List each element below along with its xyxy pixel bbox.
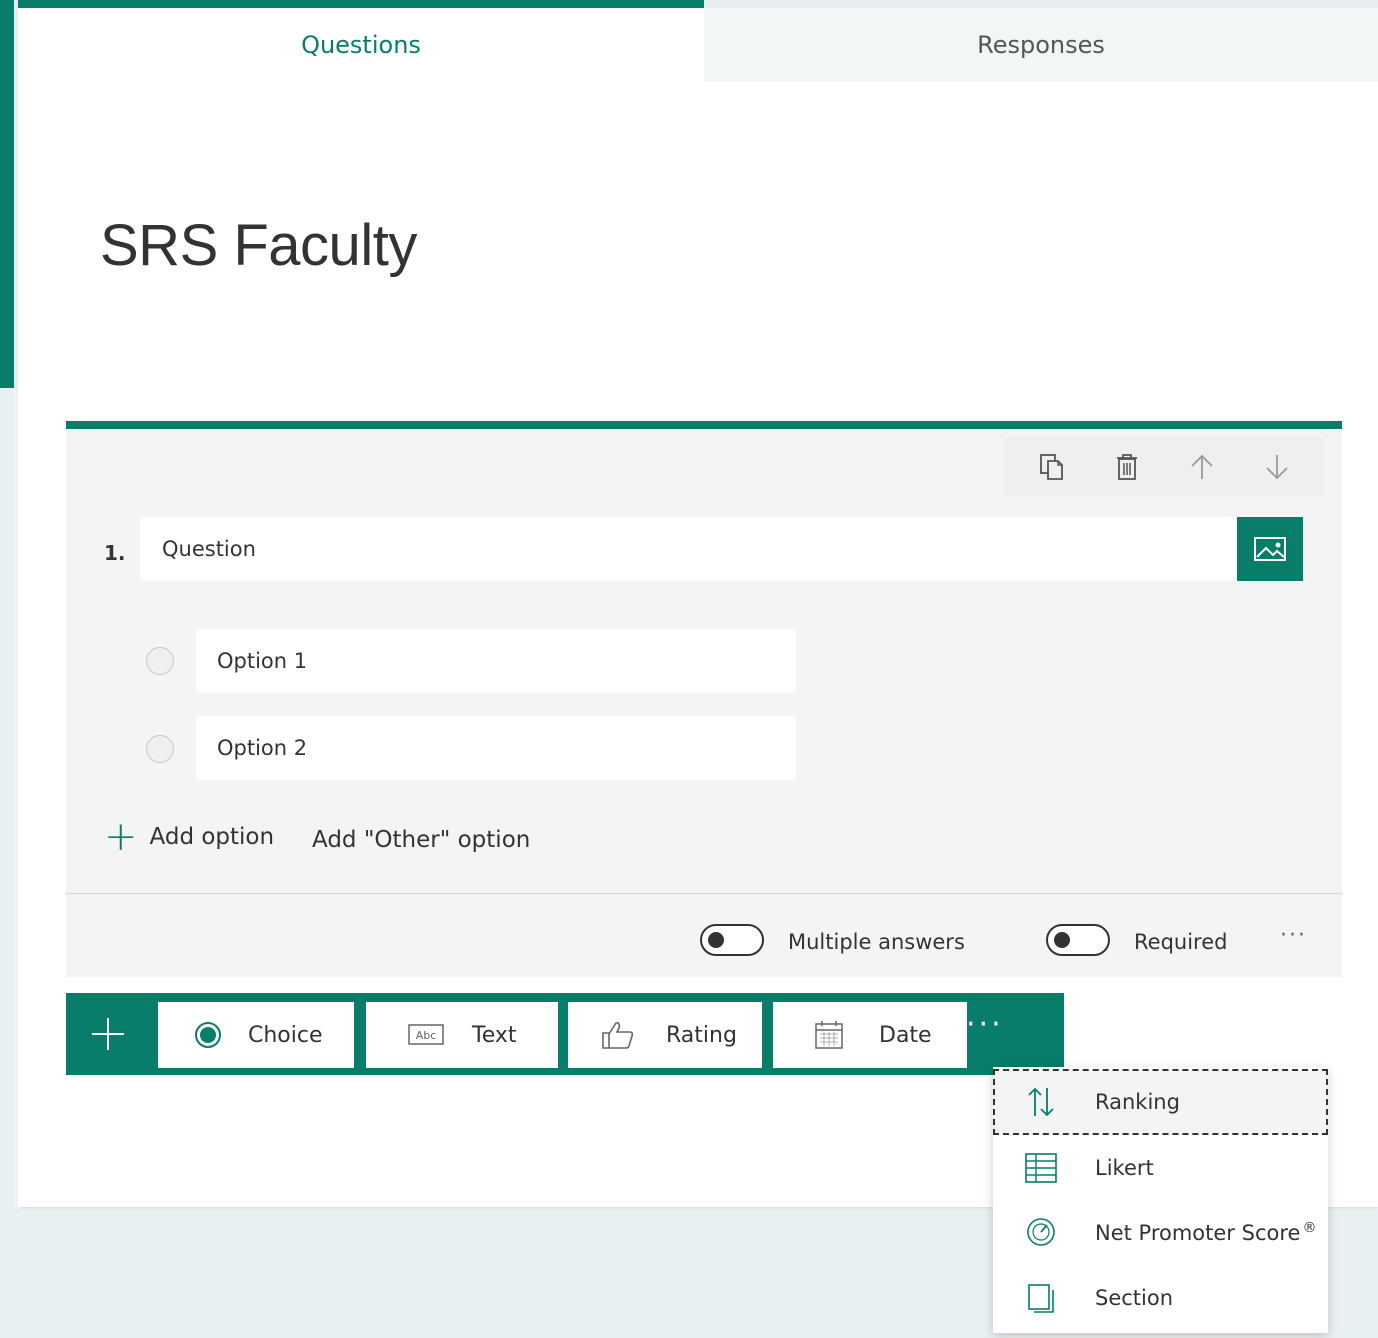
net-promoter-score-label: Net Promoter Score ®: [1095, 1219, 1317, 1245]
arrow-down-icon: [1265, 455, 1288, 480]
ranking-arrows-icon: [1019, 1080, 1063, 1124]
tab-responses[interactable]: Responses: [704, 0, 1378, 82]
menu-item-section[interactable]: Section: [993, 1265, 1328, 1331]
text-type-button[interactable]: Abc Text: [366, 1002, 558, 1068]
option-1-radio[interactable]: [146, 647, 174, 675]
radio-selected-icon: [188, 1015, 228, 1055]
plus-icon: +: [104, 814, 138, 860]
text-abc-icon: Abc: [406, 1015, 446, 1055]
add-option-label: Add option: [149, 824, 275, 850]
rating-type-button[interactable]: Rating: [568, 1002, 762, 1068]
arrow-up-icon: [1190, 454, 1213, 479]
card-divider: [66, 893, 1342, 894]
more-question-types-button[interactable]: ···: [966, 1007, 1004, 1042]
thumbs-up-icon: [598, 1015, 638, 1055]
tab-questions[interactable]: Questions: [18, 0, 704, 82]
question-toolbar: [1004, 437, 1324, 497]
svg-text:Abc: Abc: [416, 1029, 437, 1042]
option-2-input[interactable]: Option 2: [196, 716, 796, 780]
form-page: Questions Responses SRS Faculty 1. Quest…: [18, 0, 1378, 1333]
plus-icon: [92, 1018, 124, 1050]
menu-item-ranking[interactable]: Ranking: [993, 1069, 1328, 1135]
insert-media-button[interactable]: [1237, 517, 1303, 581]
choice-type-label: Choice: [248, 1022, 323, 1048]
option-2-radio[interactable]: [146, 735, 174, 763]
text-type-label: Text: [472, 1022, 517, 1048]
move-down-button[interactable]: [1257, 447, 1297, 487]
delete-question-button[interactable]: [1107, 447, 1147, 487]
image-icon: [1254, 537, 1286, 561]
likert-grid-icon: [1019, 1146, 1063, 1190]
date-type-label: Date: [879, 1022, 932, 1048]
trash-icon: [1116, 454, 1137, 480]
copy-question-button[interactable]: [1032, 447, 1072, 487]
menu-item-likert[interactable]: Likert: [993, 1135, 1328, 1201]
question-card: 1. Question Option 1 Option 2 + Add opti…: [66, 421, 1342, 977]
section-label: Section: [1095, 1286, 1174, 1310]
move-up-button[interactable]: [1182, 447, 1222, 487]
left-accent-bar: [0, 0, 14, 388]
gauge-icon: [1019, 1210, 1063, 1254]
ranking-label: Ranking: [1095, 1090, 1180, 1114]
copy-icon: [1039, 454, 1063, 480]
calendar-icon: [809, 1015, 849, 1055]
tab-questions-label: Questions: [301, 31, 421, 59]
option-1-input[interactable]: Option 1: [196, 629, 796, 693]
question-type-bar: Choice Abc Text Rating Date ···: [66, 993, 1064, 1075]
choice-type-button[interactable]: Choice: [158, 1002, 354, 1068]
required-label: Required: [1134, 930, 1228, 954]
likert-label: Likert: [1095, 1156, 1154, 1180]
multiple-answers-toggle[interactable]: [700, 924, 764, 956]
add-new-question-button[interactable]: [66, 993, 150, 1075]
tab-responses-label: Responses: [977, 31, 1105, 59]
required-toggle[interactable]: [1046, 924, 1110, 956]
registered-mark: ®: [1302, 1219, 1317, 1236]
section-pages-icon: [1019, 1276, 1063, 1320]
form-title[interactable]: SRS Faculty: [100, 212, 417, 279]
question-more-options-button[interactable]: ···: [1280, 923, 1307, 948]
more-question-types-menu: Ranking Likert Net Promoter Score ® Sect…: [993, 1067, 1328, 1333]
rating-type-label: Rating: [666, 1022, 737, 1048]
question-number: 1.: [104, 541, 126, 565]
add-other-option-button[interactable]: Add "Other" option: [312, 827, 530, 853]
question-title-input[interactable]: Question: [140, 517, 1238, 581]
menu-item-net-promoter-score[interactable]: Net Promoter Score ®: [993, 1199, 1328, 1265]
multiple-answers-label: Multiple answers: [788, 930, 965, 954]
add-option-button[interactable]: + Add option: [104, 817, 274, 857]
date-type-button[interactable]: Date: [773, 1002, 967, 1068]
